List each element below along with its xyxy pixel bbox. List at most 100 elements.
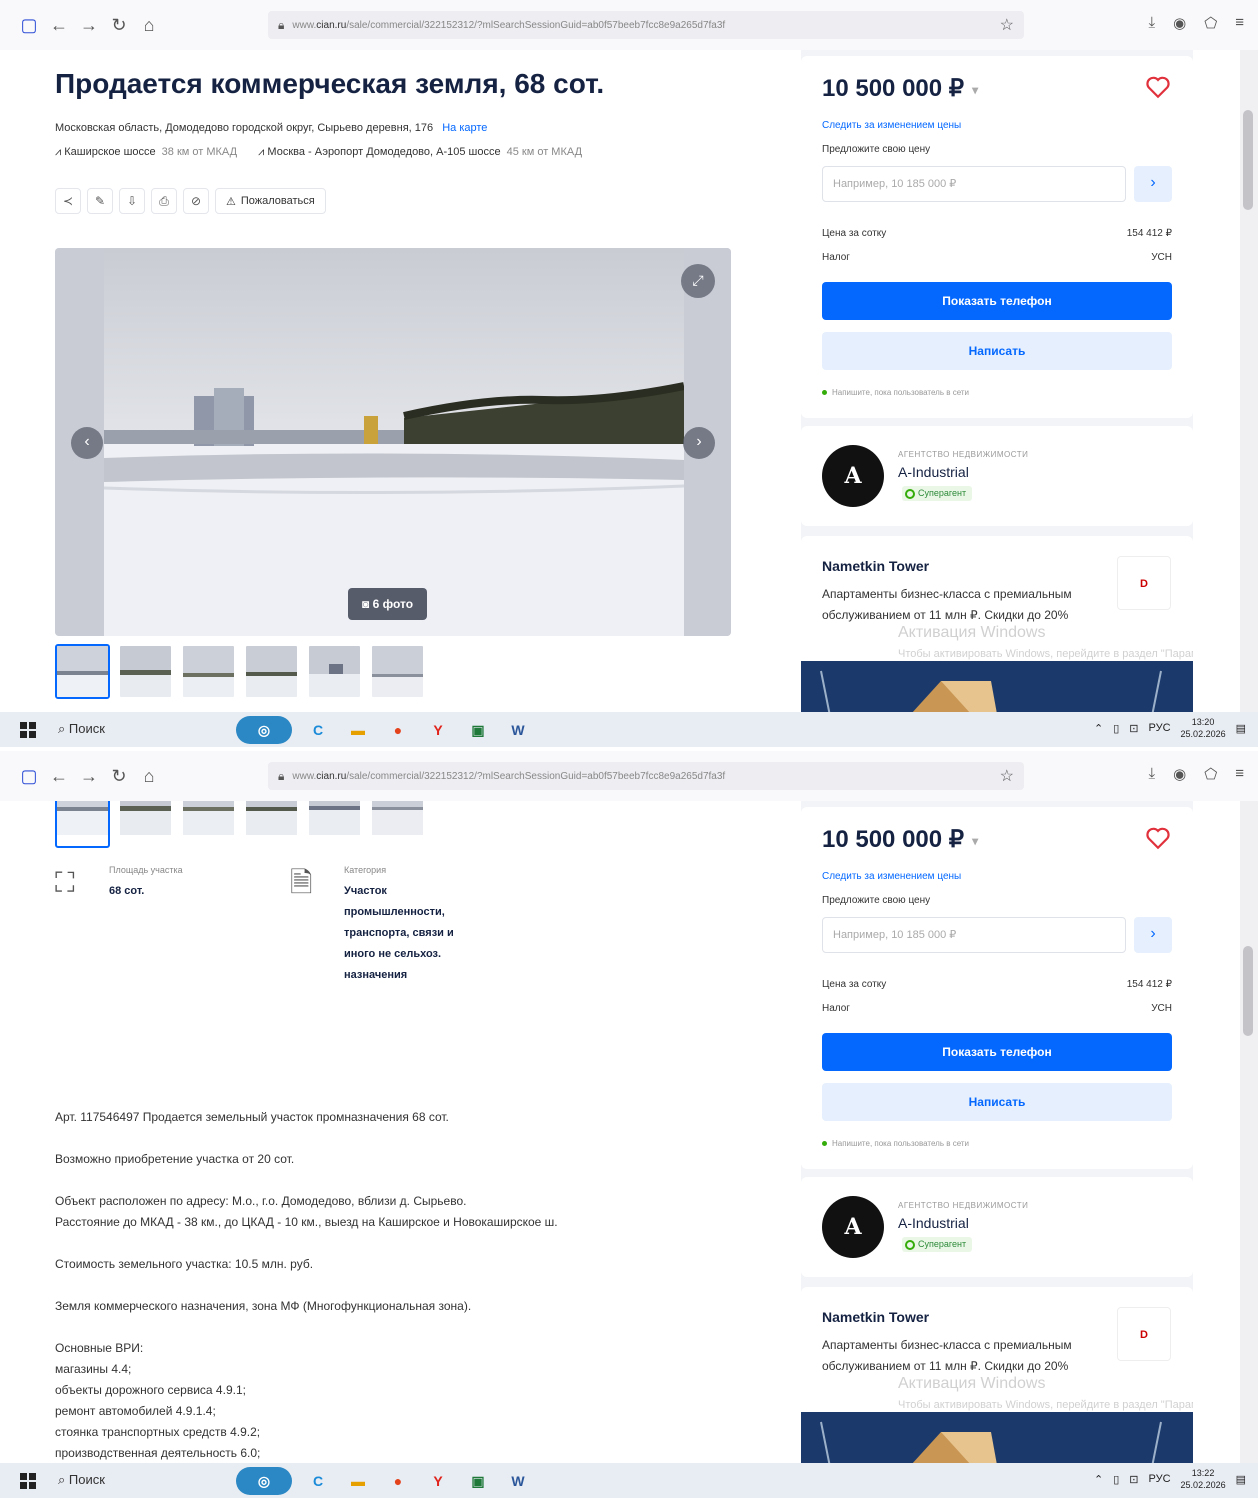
edit-icon[interactable]: ✎ [87,188,113,214]
back-icon[interactable]: ← [48,765,70,787]
tray-chevron-icon[interactable]: ⌃ [1094,722,1103,735]
windows-start-icon[interactable] [20,722,36,738]
extensions-icon[interactable]: ⬠ [1204,765,1217,783]
offer-price-input[interactable]: Например, 10 185 000 ₽ [822,917,1126,953]
account-icon[interactable]: ◉ [1173,765,1186,783]
bookmark-star-icon[interactable]: ☆ [1000,766,1014,786]
write-button[interactable]: Написать [822,1083,1172,1121]
downloads-icon[interactable]: ⤓ [1148,765,1155,783]
agency-name[interactable]: A-Industrial [898,464,969,480]
map-link[interactable]: На карте [442,122,487,134]
thumbnail[interactable] [118,801,173,848]
complain-button[interactable]: ⚠ Пожаловаться [215,188,326,214]
fullscreen-icon[interactable]: ⤢ [681,264,715,298]
hide-icon[interactable]: ⊘ [183,188,209,214]
write-button[interactable]: Написать [822,332,1172,370]
menu-icon[interactable]: ≡ [1235,765,1244,783]
thumbnail[interactable] [370,644,425,699]
agency-card[interactable]: A АГЕНТСТВО НЕДВИЖИМОСТИ A-Industrial Су… [801,1177,1193,1277]
main-photo[interactable] [104,248,684,636]
forward-icon[interactable]: → [78,14,100,36]
price-history-icon[interactable]: ▾ [972,834,978,848]
windows-start-icon[interactable] [20,1473,36,1489]
taskbar-search[interactable]: ⌕ Поиск [58,721,105,737]
prev-photo-icon[interactable]: ‹ [71,427,103,459]
favorite-heart-icon[interactable] [1145,825,1171,851]
thumbnail[interactable] [181,644,236,699]
back-icon[interactable]: ← [48,14,70,36]
submit-offer-icon[interactable]: › [1134,166,1172,202]
favorite-heart-icon[interactable] [1145,74,1171,100]
home-icon[interactable]: ⌂ [138,765,160,787]
thumbnail[interactable] [244,644,299,699]
battery-icon[interactable]: ▯ [1113,1473,1119,1486]
yandex-icon[interactable]: Y [424,1467,452,1495]
home-icon[interactable]: ⌂ [138,14,160,36]
notifications-icon[interactable]: ▤ [1236,1473,1246,1486]
agency-name[interactable]: A-Industrial [898,1215,969,1231]
taskbar-search[interactable]: ⌕ Поиск [58,1472,105,1488]
weather-widget-icon[interactable]: ◎ [236,716,292,744]
yandex-icon[interactable]: Y [424,716,452,744]
firefox-icon[interactable]: ● [384,1467,412,1495]
tabs-icon[interactable]: ▢ [18,14,40,36]
bookmark-star-icon[interactable]: ☆ [1000,15,1014,35]
reload-icon[interactable]: ↻ [108,14,130,36]
firefox-icon[interactable]: ● [384,716,412,744]
weather-widget-icon[interactable]: ◎ [236,1467,292,1495]
scrollbar[interactable] [1240,801,1258,1463]
edge-icon[interactable]: C [304,716,332,744]
ad-card[interactable]: Nametkin Tower Апартаменты бизнес-класса… [801,536,1193,712]
clock[interactable]: 13:20 25.02.2026 [1181,716,1226,740]
reload-icon[interactable]: ↻ [108,765,130,787]
follow-price-link[interactable]: Следить за изменением цены [822,120,961,131]
word-icon[interactable]: W [504,716,532,744]
thumbnail[interactable] [370,801,425,848]
thumbnail[interactable] [307,801,362,848]
address-bar[interactable]: 🔒︎ www.cian.ru/sale/commercial/322152312… [268,762,1024,790]
photo-count-button[interactable]: ◙ 6 фото [348,588,428,620]
account-icon[interactable]: ◉ [1173,14,1186,32]
downloads-icon[interactable]: ⤓ [1148,14,1155,32]
app-icon[interactable]: ▣ [464,716,492,744]
network-icon[interactable]: ⊡ [1129,1473,1138,1486]
scrollbar[interactable] [1240,50,1258,712]
forward-icon[interactable]: → [78,765,100,787]
next-photo-icon[interactable]: › [683,427,715,459]
menu-icon[interactable]: ≡ [1235,14,1244,32]
show-phone-button[interactable]: Показать телефон [822,282,1172,320]
battery-icon[interactable]: ▯ [1113,722,1119,735]
edge-icon[interactable]: C [304,1467,332,1495]
tabs-icon[interactable]: ▢ [18,765,40,787]
ad-card[interactable]: Nametkin Tower Апартаменты бизнес-класса… [801,1287,1193,1463]
thumbnail[interactable] [181,801,236,848]
download-pdf-icon[interactable]: ⇩ [119,188,145,214]
offer-price-input[interactable]: Например, 10 185 000 ₽ [822,166,1126,202]
print-icon[interactable]: ⎙ [151,188,177,214]
follow-price-link[interactable]: Следить за изменением цены [822,871,961,882]
thumbnail[interactable] [55,801,110,848]
share-icon[interactable]: ≺ [55,188,81,214]
address-text: Московская область, Домодедово городской… [55,122,434,134]
language-indicator[interactable]: РУС [1149,1473,1171,1485]
extensions-icon[interactable]: ⬠ [1204,14,1217,32]
tray-chevron-icon[interactable]: ⌃ [1094,1473,1103,1486]
submit-offer-icon[interactable]: › [1134,917,1172,953]
word-icon[interactable]: W [504,1467,532,1495]
app-icon[interactable]: ▣ [464,1467,492,1495]
show-phone-button[interactable]: Показать телефон [822,1033,1172,1071]
language-indicator[interactable]: РУС [1149,722,1171,734]
file-explorer-icon[interactable]: ▬ [344,1467,372,1495]
address-bar[interactable]: 🔒︎ www.cian.ru/sale/commercial/322152312… [268,11,1024,39]
notifications-icon[interactable]: ▤ [1236,722,1246,735]
network-icon[interactable]: ⊡ [1129,722,1138,735]
clock[interactable]: 13:22 25.02.2026 [1181,1467,1226,1491]
price-history-icon[interactable]: ▾ [972,83,978,97]
thumbnail[interactable] [118,644,173,699]
thumbnail[interactable] [307,644,362,699]
file-explorer-icon[interactable]: ▬ [344,716,372,744]
highway-item: ⩘ Москва - Аэропорт Домодедово, А-105 шо… [258,146,583,158]
thumbnail[interactable] [55,644,110,699]
thumbnail[interactable] [244,801,299,848]
agency-card[interactable]: A АГЕНТСТВО НЕДВИЖИМОСТИ A-Industrial Су… [801,426,1193,526]
